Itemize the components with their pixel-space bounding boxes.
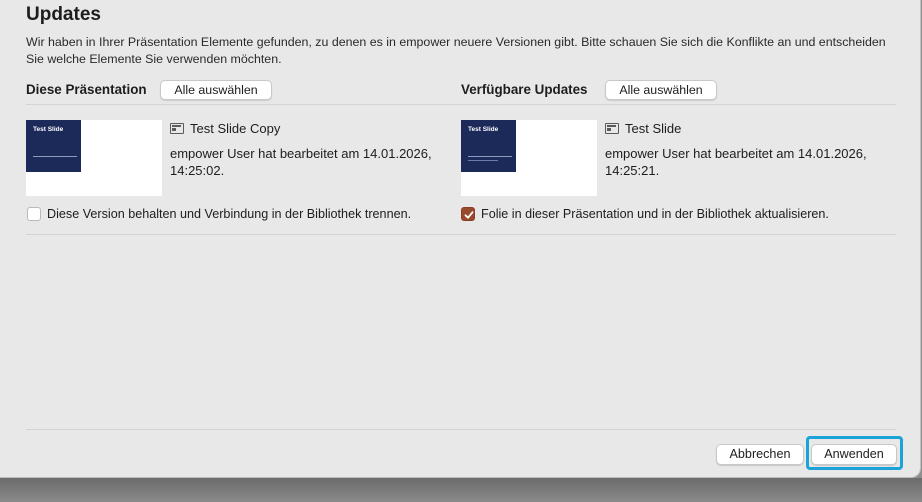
update-slide-checkbox[interactable]	[461, 207, 475, 221]
keep-version-label[interactable]: Diese Version behalten und Verbindung in…	[47, 207, 411, 221]
current-slide-thumbnail: Test Slide	[26, 120, 162, 196]
thumbnail-subtitle-line	[33, 156, 77, 157]
update-slide-label[interactable]: Folie in dieser Präsentation und in der …	[481, 207, 829, 221]
background-window	[0, 478, 922, 502]
thumbnail-subtitle-line	[468, 160, 498, 161]
thumbnail-subtitle-line	[468, 156, 512, 157]
dialog-title: Updates	[26, 4, 101, 25]
select-all-right-button[interactable]: Alle auswählen	[605, 80, 717, 100]
updates-dialog: Updates Wir haben in Ihrer Präsentation …	[0, 0, 921, 478]
checkmark-icon	[464, 211, 474, 219]
dialog-description: Wir haben in Ihrer Präsentation Elemente…	[26, 35, 886, 66]
apply-button[interactable]: Anwenden	[811, 444, 897, 465]
slide-icon	[605, 123, 619, 134]
current-slide-name: Test Slide Copy	[190, 121, 281, 136]
slide-preview: Test Slide	[26, 120, 81, 172]
update-slide-thumbnail: Test Slide	[461, 120, 597, 196]
footer-divider	[26, 429, 896, 430]
update-slide-name: Test Slide	[625, 121, 682, 136]
items-divider	[26, 234, 896, 235]
available-updates-heading: Verfügbare Updates	[461, 82, 588, 97]
update-slide-meta: empower User hat bearbeitet am 14.01.202…	[605, 146, 867, 178]
select-all-left-button[interactable]: Alle auswählen	[160, 80, 272, 100]
current-presentation-heading: Diese Präsentation	[26, 82, 147, 97]
current-slide-meta: empower User hat bearbeitet am 14.01.202…	[170, 146, 432, 178]
header-divider	[26, 104, 896, 105]
slide-preview: Test Slide	[461, 120, 516, 172]
thumbnail-slide-title: Test Slide	[33, 126, 64, 133]
keep-version-checkbox[interactable]	[27, 207, 41, 221]
cancel-button[interactable]: Abbrechen	[716, 444, 804, 465]
thumbnail-slide-title: Test Slide	[468, 126, 499, 133]
slide-icon	[170, 123, 184, 134]
